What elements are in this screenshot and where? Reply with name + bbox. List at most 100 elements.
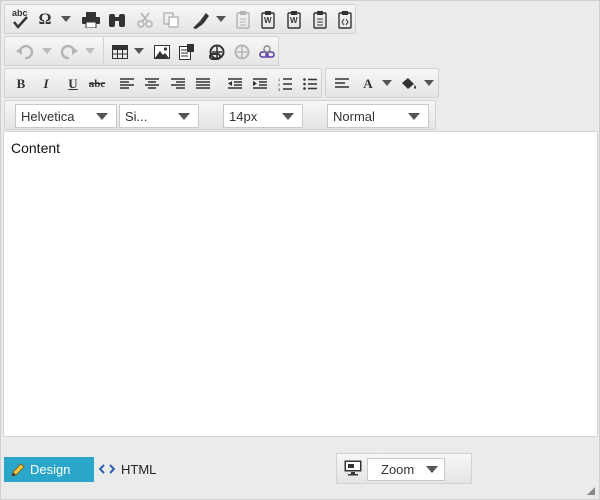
paste-html-button[interactable] [335,9,355,30]
align-justify-button[interactable] [193,73,213,94]
resize-grip-icon[interactable] [587,487,595,495]
toolbar-group-clipboard: abc Ω W W [4,4,356,34]
zoom-value: Zoom [381,462,415,477]
undo-button[interactable] [15,41,35,62]
format-select[interactable]: Normal [327,104,429,128]
font-size-select[interactable]: 14px [223,104,303,128]
spellcheck-button[interactable]: abc [11,8,31,30]
toolbar-group-colors: A [325,68,439,98]
chevron-down-icon[interactable] [216,16,226,22]
remove-link-button[interactable] [232,41,252,62]
ordered-list-icon: 123 [278,77,292,91]
code-icon [99,463,115,474]
align-left-icon [335,77,349,88]
toolbar-group-insert [103,36,279,66]
align-center-icon [145,77,159,89]
paint-bucket-icon [402,77,416,89]
insert-image-button[interactable] [152,41,172,62]
bold-icon: B [16,75,26,91]
font-size-class-value: Si... [125,108,148,124]
clipboard-word-icon: W [261,10,275,29]
editor-bottom-bar: Design HTML Zoom [1,451,599,499]
scissors-icon [137,12,153,28]
document-icon [179,43,194,60]
zoom-select[interactable]: Zoom [367,458,445,481]
insert-link-button[interactable] [207,41,227,62]
spellcheck-icon: abc [11,8,31,30]
chevron-down-icon[interactable] [61,16,71,22]
chevron-down-icon [96,113,108,120]
format-painter-button[interactable] [191,9,211,30]
html-tab[interactable]: HTML [99,457,179,482]
outdent-icon [228,77,242,89]
link-icon [209,44,225,60]
chevron-down-icon [408,113,420,120]
unlink-icon [234,44,250,59]
monitor-icon [344,460,362,476]
chevron-down-icon[interactable] [424,80,434,86]
anchor-icon [259,44,275,58]
font-color-button[interactable]: A [358,73,378,94]
zoom-control: Zoom [336,453,472,484]
cut-button[interactable] [135,9,155,30]
design-tab[interactable]: Design [4,457,94,482]
copy-button[interactable] [161,9,181,30]
italic-icon: I [43,75,49,91]
clipboard-text-icon [236,10,250,29]
clipboard-word-icon: W [287,10,301,29]
chevron-down-icon[interactable] [134,48,144,54]
align-right-button[interactable] [168,73,188,94]
font-size-value: 14px [229,108,258,124]
chevron-down-icon[interactable] [382,80,392,86]
bulleted-list-icon [303,77,317,90]
align-center-button[interactable] [142,73,162,94]
toolbar-group-history [4,36,104,66]
underline-icon: U [68,75,78,91]
font-name-value: Helvetica [21,108,75,124]
toolbar-group-formatting: B I U abc 1 2 3 [4,68,322,98]
paste-text-button[interactable] [233,9,253,30]
underline-button[interactable]: U [63,73,83,94]
html-tab-label: HTML [121,462,157,477]
bulleted-list-button[interactable] [300,73,320,94]
chevron-down-icon[interactable] [42,48,52,54]
indent-icon [253,77,267,89]
omega-icon: Ω [38,10,52,28]
format-value: Normal [333,108,375,124]
table-icon [112,44,128,59]
rich-text-editor: abc Ω W W B I U abc 1 2 3 A Helvetica Si… [0,0,600,500]
paste-plain-button[interactable] [310,9,330,30]
indent-button[interactable] [250,73,270,94]
font-name-select[interactable]: Helvetica [15,104,117,128]
background-color-button[interactable] [399,73,419,94]
clipboard-icon [313,10,327,29]
chevron-down-icon [178,113,190,120]
redo-button[interactable] [59,41,79,62]
font-color-icon: A [363,75,373,91]
bold-button[interactable]: B [11,73,31,94]
strikethrough-icon: abc [88,77,106,90]
copy-icon [163,11,179,28]
ordered-list-button[interactable]: 123 [275,73,295,94]
svg-text:3: 3 [278,87,281,91]
align-left-button[interactable] [117,73,137,94]
italic-button[interactable]: I [36,73,56,94]
chevron-down-icon [282,113,294,120]
insert-table-button[interactable] [110,41,130,62]
font-size-class-select[interactable]: Si... [119,104,199,128]
strikethrough-button[interactable]: abc [87,73,107,94]
special-char-button[interactable]: Ω [35,9,55,30]
print-icon [82,11,100,28]
binoculars-icon [109,13,125,27]
paste-word-button[interactable]: W [258,9,278,30]
paragraph-align-button[interactable] [332,73,352,94]
chevron-down-icon[interactable] [85,48,95,54]
find-button[interactable] [107,9,127,30]
paste-word-cleanup-button[interactable]: W [284,9,304,30]
outdent-button[interactable] [225,73,245,94]
insert-anchor-button[interactable] [257,41,277,62]
align-right-icon [171,77,185,89]
print-button[interactable] [81,9,101,30]
insert-document-button[interactable] [177,41,197,62]
editor-content-area[interactable]: Content [3,131,598,437]
